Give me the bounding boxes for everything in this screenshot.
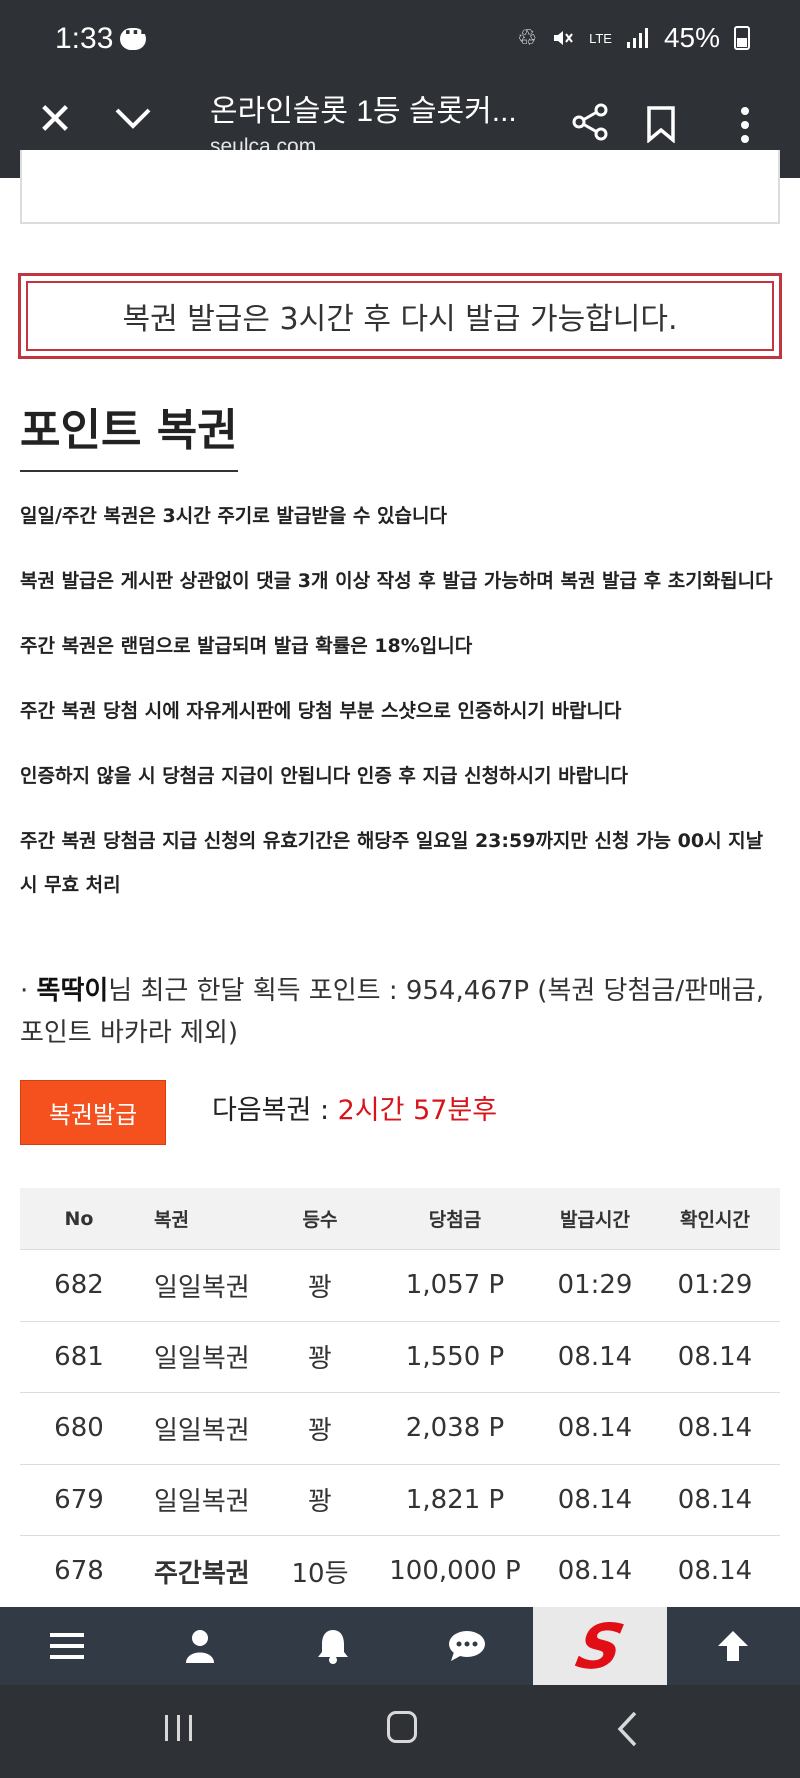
cell-checked-time: 08.14 bbox=[677, 1556, 753, 1587]
issue-lottery-button[interactable]: 복권발급 bbox=[20, 1080, 166, 1145]
mute-icon bbox=[554, 31, 573, 45]
page-title: 온라인슬롯 1등 슬롯커... bbox=[210, 95, 517, 128]
notice-box: 복권 발급은 3시간 후 다시 발급 가능합니다. bbox=[18, 273, 782, 359]
cell-issued-time: 08.14 bbox=[557, 1341, 633, 1372]
cell-checked-time: 01:29 bbox=[677, 1270, 753, 1301]
cell-rank: 꽝 bbox=[308, 1415, 332, 1446]
table-row: 680 일일복권 꽝 2,038 P 08.14 08.14 bbox=[20, 1393, 780, 1465]
status-time: 1:33 bbox=[55, 22, 114, 55]
cell-checked-time: 08.14 bbox=[677, 1484, 753, 1515]
close-icon[interactable]: ✕ bbox=[35, 98, 75, 142]
table-row: 678 주간복권 10등 100,000 P 08.14 08.14 bbox=[20, 1536, 780, 1608]
cell-checked-time: 08.14 bbox=[677, 1413, 753, 1444]
cell-no: 681 bbox=[54, 1341, 104, 1372]
monthly-points: · 똑딱이님 최근 한달 획득 포인트 : 954,467P (복권 당첨금/판… bbox=[20, 970, 790, 1054]
table-row: 682 일일복권 꽝 1,057 P 01:29 01:29 bbox=[20, 1250, 780, 1322]
menu-icon[interactable] bbox=[0, 1607, 133, 1685]
site-bottom-nav: S bbox=[0, 1607, 800, 1685]
cell-issued-time: 08.14 bbox=[557, 1484, 633, 1515]
signal-icon bbox=[626, 28, 648, 48]
header-issued-time: 발급시간 bbox=[560, 1209, 630, 1231]
home-icon[interactable] bbox=[387, 1711, 417, 1743]
chevron-down-icon[interactable] bbox=[113, 104, 153, 134]
cell-no: 679 bbox=[54, 1484, 104, 1515]
header-rank: 등수 bbox=[302, 1209, 338, 1231]
rule-item: 주간 복권 당첨금 지급 신청의 유효기간은 해당주 일요일 23:59까지만 … bbox=[20, 830, 764, 896]
battery-percent: 45% bbox=[663, 22, 720, 53]
arrow-up-icon[interactable] bbox=[667, 1607, 800, 1685]
points-text: 님 최근 한달 획득 포인트 : 954,467P (복권 당첨금/판매금, 포… bbox=[20, 976, 765, 1048]
battery-icon bbox=[734, 26, 750, 50]
next-lottery: 다음복권 : 2시간 57분후 bbox=[212, 1088, 497, 1127]
username: 똑딱이 bbox=[36, 976, 109, 1006]
cell-lottery: 주간복권 bbox=[154, 1558, 250, 1589]
notice-text: 복권 발급은 3시간 후 다시 발급 가능합니다. bbox=[26, 281, 774, 351]
header-lottery: 복권 bbox=[154, 1209, 189, 1231]
cell-prize: 2,038 P bbox=[405, 1413, 505, 1444]
rule-item: 주간 복권 당첨 시에 자유게시판에 당첨 부분 스샷으로 인증하시기 바랍니다 bbox=[20, 700, 622, 722]
site-logo[interactable]: S bbox=[533, 1607, 667, 1685]
cell-issued-time: 08.14 bbox=[557, 1556, 633, 1587]
cell-no: 680 bbox=[54, 1413, 104, 1444]
cell-no: 678 bbox=[54, 1556, 104, 1587]
status-indicators: ♲ LTE 45% bbox=[517, 22, 750, 54]
cell-prize: 1,821 P bbox=[405, 1484, 505, 1515]
more-options-icon[interactable] bbox=[735, 105, 755, 145]
rule-item: 일일/주간 복권은 3시간 주기로 발급받을 수 있습니다 bbox=[20, 505, 447, 527]
cell-no: 682 bbox=[54, 1270, 104, 1301]
share-icon[interactable] bbox=[570, 102, 610, 142]
cell-prize: 100,000 P bbox=[389, 1556, 521, 1587]
header-prize: 당첨금 bbox=[428, 1209, 482, 1231]
cell-checked-time: 08.14 bbox=[677, 1341, 753, 1372]
cell-lottery: 일일복권 bbox=[154, 1272, 250, 1303]
chat-icon[interactable] bbox=[400, 1607, 533, 1685]
header-no: No bbox=[64, 1207, 94, 1230]
cell-lottery: 일일복권 bbox=[154, 1344, 250, 1375]
table-header: No 복권 등수 당첨금 발급시간 확인시간 bbox=[20, 1188, 780, 1250]
lottery-history-table: No 복권 등수 당첨금 발급시간 확인시간 682 일일복권 꽝 1,057 … bbox=[20, 1188, 780, 1608]
cell-rank: 꽝 bbox=[308, 1272, 332, 1303]
header-checked-time: 확인시간 bbox=[680, 1209, 750, 1231]
back-icon[interactable] bbox=[615, 1710, 639, 1748]
cell-issued-time: 01:29 bbox=[557, 1270, 633, 1301]
bell-icon[interactable] bbox=[267, 1607, 400, 1685]
cell-lottery: 일일복권 bbox=[154, 1487, 250, 1518]
recent-apps-icon[interactable] bbox=[163, 1713, 195, 1743]
cell-prize: 1,057 P bbox=[405, 1270, 505, 1301]
rule-item: 인증하지 않을 시 당첨금 지급이 안됩니다 인증 후 지급 신청하시기 바랍니… bbox=[20, 765, 629, 787]
cell-rank: 꽝 bbox=[308, 1487, 332, 1518]
table-row: 679 일일복권 꽝 1,821 P 08.14 08.14 bbox=[20, 1465, 780, 1536]
cell-rank: 꽝 bbox=[308, 1344, 332, 1375]
recycle-icon: ♲ bbox=[517, 25, 538, 50]
status-bar: 1:33 ♲ LTE 45% bbox=[0, 0, 800, 80]
bookmark-icon[interactable] bbox=[645, 105, 677, 143]
next-lottery-label: 다음복권 : bbox=[212, 1095, 338, 1126]
rule-item: 주간 복권은 랜덤으로 발급되며 발급 확률은 18%입니다 bbox=[20, 635, 473, 657]
rules-list: 일일/주간 복권은 3시간 주기로 발급받을 수 있습니다 복권 발급은 게시판… bbox=[20, 494, 780, 928]
bullet: · bbox=[20, 976, 29, 1006]
cell-rank: 10등 bbox=[291, 1558, 349, 1589]
rule-item: 복권 발급은 게시판 상관없이 댓글 3개 이상 작성 후 발급 가능하며 복권… bbox=[20, 570, 773, 592]
cell-issued-time: 08.14 bbox=[557, 1413, 633, 1444]
cell-prize: 1,550 P bbox=[405, 1341, 505, 1372]
section-title: 포인트 복권 bbox=[20, 394, 238, 472]
network-type: LTE bbox=[589, 30, 612, 46]
message-notification-icon bbox=[120, 20, 147, 50]
table-row: 681 일일복권 꽝 1,550 P 08.14 08.14 bbox=[20, 1322, 780, 1393]
user-icon[interactable] bbox=[133, 1607, 266, 1685]
site-logo-letter: S bbox=[569, 1609, 631, 1683]
cell-lottery: 일일복권 bbox=[154, 1415, 250, 1446]
previous-content-box bbox=[20, 150, 780, 224]
next-lottery-time: 2시간 57분후 bbox=[337, 1095, 498, 1126]
system-navigation-bar bbox=[0, 1685, 800, 1778]
